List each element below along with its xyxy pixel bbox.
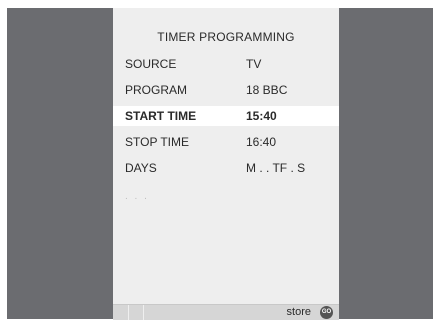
row-label: START TIME bbox=[125, 109, 197, 123]
timer-programming-menu: TIMER PROGRAMMING SOURCE TV PROGRAM 18 B… bbox=[113, 8, 339, 320]
row-label: STOP TIME bbox=[125, 135, 190, 149]
row-value: M . . TF . S bbox=[246, 161, 306, 175]
menu-title: TIMER PROGRAMMING bbox=[157, 30, 295, 44]
row-value: 16:40 bbox=[246, 135, 277, 149]
menu-row-program[interactable]: PROGRAM 18 BBC bbox=[113, 80, 339, 100]
footer-segment bbox=[113, 305, 129, 320]
row-label: SOURCE bbox=[125, 57, 177, 71]
footer-segment bbox=[129, 305, 144, 320]
store-label[interactable]: store bbox=[287, 306, 311, 318]
menu-row-source[interactable]: SOURCE TV bbox=[113, 54, 339, 74]
menu-row-days[interactable]: DAYS M . . TF . S bbox=[113, 158, 339, 178]
more-items-indicator: . . . bbox=[125, 191, 149, 202]
row-label: PROGRAM bbox=[125, 83, 188, 97]
menu-footer-bar: store GO bbox=[113, 304, 339, 320]
go-button-icon[interactable]: GO bbox=[320, 306, 333, 319]
menu-row-start-time[interactable]: START TIME 15:40 bbox=[113, 106, 339, 126]
row-value: 18 BBC bbox=[246, 83, 288, 97]
row-label: DAYS bbox=[125, 161, 157, 175]
row-value: TV bbox=[246, 57, 262, 71]
menu-row-stop-time[interactable]: STOP TIME 16:40 bbox=[113, 132, 339, 152]
row-value: 15:40 bbox=[246, 109, 277, 123]
